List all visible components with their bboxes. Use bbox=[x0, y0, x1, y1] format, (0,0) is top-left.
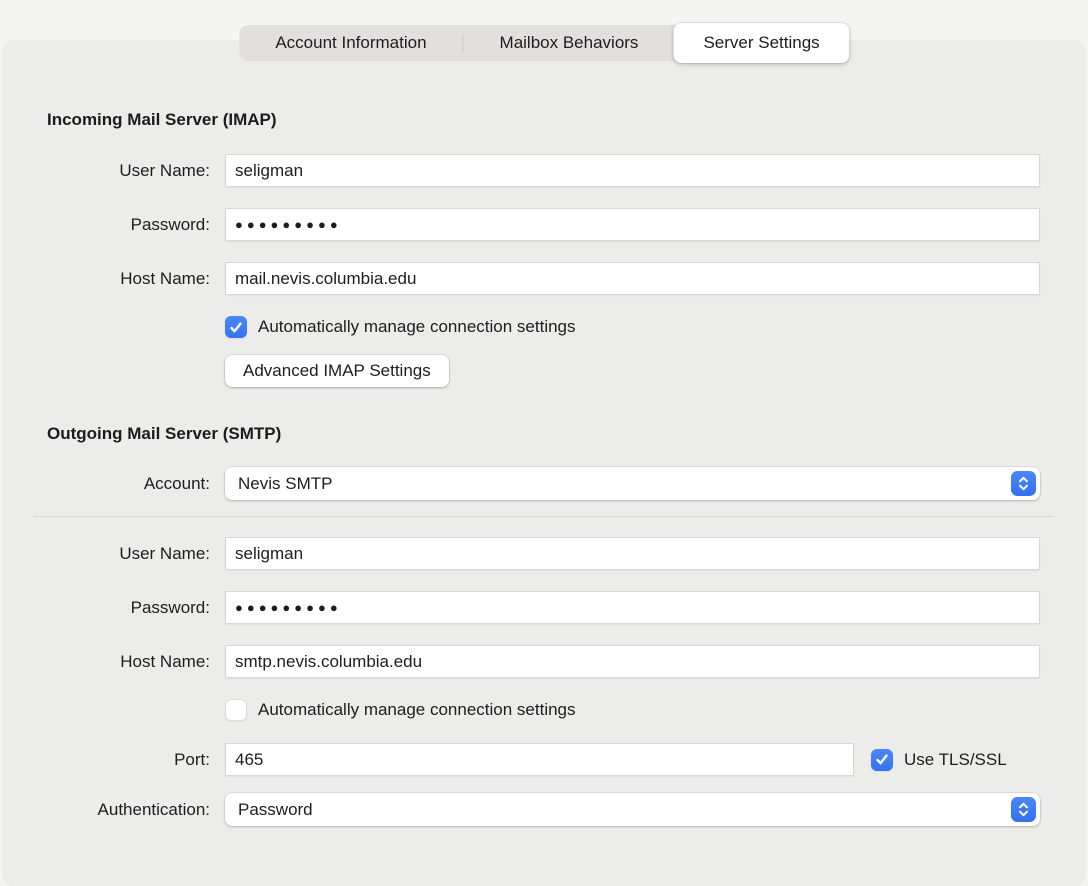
outgoing-auto-manage-label: Automatically manage connection settings bbox=[258, 700, 576, 720]
incoming-user-name-input[interactable] bbox=[225, 154, 1040, 187]
incoming-user-name-row: User Name: bbox=[47, 154, 1040, 187]
incoming-password-label: Password: bbox=[47, 215, 210, 235]
advanced-imap-settings-button[interactable]: Advanced IMAP Settings bbox=[225, 355, 449, 387]
settings-tab-bar: Account Information Mailbox Behaviors Se… bbox=[239, 25, 848, 61]
outgoing-auto-manage-row: Automatically manage connection settings bbox=[225, 699, 1040, 721]
incoming-host-name-input[interactable] bbox=[225, 262, 1040, 295]
use-tls-checkbox[interactable] bbox=[871, 749, 893, 771]
popup-up-down-arrows-icon bbox=[1011, 797, 1036, 822]
incoming-password-row: Password: bbox=[47, 208, 1040, 241]
outgoing-host-name-input[interactable] bbox=[225, 645, 1040, 678]
port-row: Port: Use TLS/SSL bbox=[47, 743, 1040, 776]
authentication-label: Authentication: bbox=[47, 800, 210, 820]
port-input[interactable] bbox=[225, 743, 854, 776]
outgoing-password-input[interactable] bbox=[225, 591, 1040, 624]
tls-group: Use TLS/SSL bbox=[871, 749, 1007, 771]
incoming-auto-manage-label: Automatically manage connection settings bbox=[258, 317, 576, 337]
tab-label: Account Information bbox=[275, 33, 426, 53]
incoming-password-input[interactable] bbox=[225, 208, 1040, 241]
tab-label: Server Settings bbox=[703, 33, 819, 53]
outgoing-host-name-row: Host Name: bbox=[47, 645, 1040, 678]
advanced-settings-row: Advanced IMAP Settings bbox=[225, 338, 1040, 387]
section-divider bbox=[33, 516, 1054, 517]
tab-label: Mailbox Behaviors bbox=[500, 33, 639, 53]
outgoing-user-name-row: User Name: bbox=[47, 537, 1040, 570]
outgoing-account-label: Account: bbox=[47, 474, 210, 494]
incoming-auto-manage-checkbox[interactable] bbox=[225, 316, 247, 338]
authentication-row: Authentication: Password bbox=[47, 793, 1040, 826]
mail-server-settings-window: { "tabs": [ { "label": "Account Informat… bbox=[0, 0, 1088, 876]
port-label: Port: bbox=[47, 750, 210, 770]
settings-panel: Incoming Mail Server (IMAP) User Name: P… bbox=[3, 41, 1085, 886]
outgoing-user-name-label: User Name: bbox=[47, 544, 210, 564]
authentication-popup-value: Password bbox=[238, 800, 313, 820]
outgoing-password-row: Password: bbox=[47, 591, 1040, 624]
outgoing-section-heading: Outgoing Mail Server (SMTP) bbox=[47, 424, 1040, 444]
use-tls-label: Use TLS/SSL bbox=[904, 750, 1007, 770]
outgoing-account-row: Account: Nevis SMTP bbox=[47, 467, 1040, 500]
popup-up-down-arrows-icon bbox=[1011, 471, 1036, 496]
incoming-auto-manage-row: Automatically manage connection settings bbox=[225, 316, 1040, 338]
tab-mailbox-behaviors[interactable]: Mailbox Behaviors bbox=[464, 25, 675, 61]
outgoing-auto-manage-checkbox[interactable] bbox=[225, 699, 247, 721]
outgoing-host-name-label: Host Name: bbox=[47, 652, 210, 672]
outgoing-account-popup[interactable]: Nevis SMTP bbox=[225, 467, 1040, 500]
authentication-popup[interactable]: Password bbox=[225, 793, 1040, 826]
incoming-user-name-label: User Name: bbox=[47, 161, 210, 181]
incoming-host-name-row: Host Name: bbox=[47, 262, 1040, 295]
outgoing-user-name-input[interactable] bbox=[225, 537, 1040, 570]
outgoing-account-popup-value: Nevis SMTP bbox=[238, 474, 332, 494]
incoming-host-name-label: Host Name: bbox=[47, 269, 210, 289]
tab-account-information[interactable]: Account Information bbox=[239, 25, 462, 61]
tab-server-settings[interactable]: Server Settings bbox=[673, 23, 849, 63]
outgoing-password-label: Password: bbox=[47, 598, 210, 618]
